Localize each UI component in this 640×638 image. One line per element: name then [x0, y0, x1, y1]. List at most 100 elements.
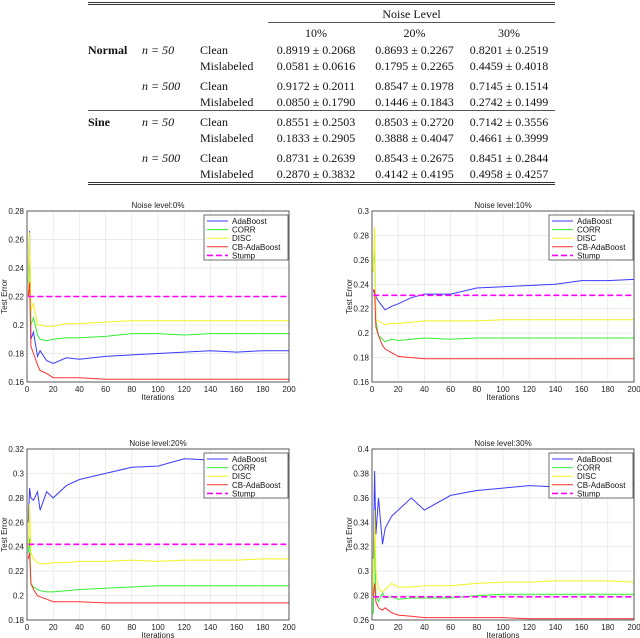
x-tick-label: 180 [601, 385, 615, 394]
table-row: Mislabeled 0.0850 ± 0.1790 0.1446 ± 0.1843… [88, 94, 555, 111]
x-tick-label: 60 [446, 385, 455, 394]
chart-title: Noise level:20% [129, 439, 186, 448]
y-axis-label: Test Error [0, 279, 9, 314]
x-tick-label: 60 [446, 623, 455, 632]
value-cell: 0.0850 ± 0.1790 [276, 95, 356, 109]
n-cell: n = 500 [142, 151, 181, 165]
table-subheader-row: 10% 20% 30% [88, 24, 555, 42]
type-cell: Clean [200, 79, 228, 93]
x-tick-label: 160 [230, 385, 244, 394]
x-tick-label: 80 [127, 385, 136, 394]
x-tick-label: 20 [49, 623, 58, 632]
x-tick-label: 80 [127, 623, 136, 632]
y-tick-label: 0.34 [353, 518, 369, 527]
legend-entry: Stump [232, 489, 256, 498]
x-tick-label: 80 [472, 623, 481, 632]
x-tick-label: 140 [204, 623, 218, 632]
x-tick-label: 200 [282, 385, 296, 394]
type-cell: Clean [200, 151, 228, 165]
x-tick-label: 60 [101, 385, 110, 394]
value-cell: 0.1795 ± 0.2265 [375, 59, 454, 73]
value-cell: 0.1446 ± 0.1843 [375, 95, 454, 109]
table-row: Mislabeled 0.2870 ± 0.3832 0.4142 ± 0.4195… [88, 166, 555, 184]
type-cell: Clean [200, 110, 266, 130]
value-cell: 0.4459 ± 0.4018 [469, 59, 549, 73]
y-tick-label: 0.32 [353, 543, 369, 552]
dataset-cell [88, 94, 142, 111]
value-cell: 0.3888 ± 0.4047 [375, 131, 454, 145]
column-header: 30% [498, 26, 520, 40]
x-tick-label: 0 [370, 623, 375, 632]
x-tick-label: 40 [75, 385, 84, 394]
y-tick-label: 0.24 [8, 543, 24, 552]
x-tick-label: 60 [101, 623, 110, 632]
y-axis-label: Test Error [345, 279, 354, 314]
y-tick-label: 0.3 [358, 567, 370, 576]
y-tick-label: 0.22 [353, 305, 369, 314]
value-cell: 0.8547 ± 0.1978 [375, 79, 454, 93]
y-tick-label: 0.3 [358, 207, 370, 216]
x-tick-label: 40 [75, 623, 84, 632]
x-tick-label: 200 [627, 623, 640, 632]
value-cell: 0.7142 ± 0.3556 [463, 110, 555, 130]
y-tick-label: 0.26 [353, 256, 369, 265]
y-tick-label: 0.24 [8, 264, 24, 273]
table-header-row: Noise Level [88, 4, 555, 25]
table-row: Mislabeled 0.0581 ± 0.0616 0.1795 ± 0.2265… [88, 58, 555, 74]
x-tick-label: 120 [523, 385, 537, 394]
dataset-cell: Sine [88, 110, 142, 130]
value-cell: 0.2742 ± 0.1499 [469, 95, 549, 109]
x-tick-label: 180 [256, 623, 270, 632]
legend-entry: Stump [232, 251, 256, 260]
value-cell: 0.8503 ± 0.2720 [366, 110, 463, 130]
x-tick-label: 20 [394, 385, 403, 394]
value-cell: 0.8693 ± 0.2267 [375, 43, 454, 57]
n-cell [142, 166, 200, 184]
x-tick-label: 140 [549, 623, 563, 632]
type-cell: Mislabeled [200, 167, 254, 181]
y-tick-label: 0.28 [353, 592, 369, 601]
y-axis-label: Test Error [345, 517, 354, 552]
x-tick-label: 180 [256, 385, 270, 394]
value-cell: 0.4142 ± 0.4195 [375, 167, 454, 181]
legend-entry: Stump [577, 489, 601, 498]
value-cell: 0.0581 ± 0.0616 [276, 59, 356, 73]
y-tick-label: 0.24 [353, 280, 369, 289]
x-axis-label: Iterations [142, 393, 175, 400]
chart-noise-0: 0.160.180.20.220.240.260.280 20 40 60 80 100 1… [0, 201, 296, 400]
value-cell: 0.9172 ± 0.2011 [276, 79, 356, 93]
n-cell [142, 94, 200, 111]
y-tick-label: 0.2 [13, 592, 25, 601]
x-tick-label: 120 [178, 385, 192, 394]
table-row: Normal n = 50 Clean 0.8919 ± 0.2068 0.8693 ±… [88, 42, 555, 58]
n-cell [142, 58, 200, 74]
x-tick-label: 0 [25, 385, 30, 394]
n-cell [142, 130, 200, 146]
value-cell: 0.7145 ± 0.1514 [469, 79, 549, 93]
x-tick-label: 80 [472, 385, 481, 394]
chart-title: Noise level:30% [474, 439, 531, 448]
y-tick-label: 0.26 [8, 236, 24, 245]
x-tick-label: 20 [49, 385, 58, 394]
column-header: 20% [403, 26, 426, 40]
table-row: Sine n = 50 Clean 0.8551 ± 0.2503 0.8503 ± 0… [88, 110, 555, 130]
y-axis-label: Test Error [0, 517, 9, 552]
chart-noise-10: 0.16 0.18 0.2 0.22 0.24 0.26 0.28 0.3 0 20 40 60 80 1… [345, 201, 640, 400]
n-cell: n = 50 [142, 110, 200, 130]
n-cell: n = 500 [142, 79, 181, 93]
table-row: n = 500 Clean 0.8731 ± 0.2639 0.8543 ± 0.26… [88, 146, 555, 166]
x-tick-label: 20 [394, 623, 403, 632]
y-tick-label: 0.38 [353, 469, 369, 478]
x-tick-label: 200 [282, 623, 296, 632]
noise-level-header: Noise Level [268, 6, 555, 23]
x-axis-label: Iterations [487, 631, 520, 638]
x-tick-label: 140 [549, 385, 563, 394]
chart-noise-30: 0.26 0.28 0.3 0.32 0.34 0.36 0.38 0.4 0 20 40 60 80 1… [345, 439, 640, 638]
y-tick-label: 0.18 [8, 616, 24, 625]
y-tick-label: 0.2 [13, 321, 25, 330]
x-tick-label: 160 [230, 623, 244, 632]
y-tick-label: 0.16 [8, 378, 24, 387]
dataset-cell [88, 58, 142, 74]
value-cell: 0.8919 ± 0.2068 [276, 43, 356, 57]
y-tick-label: 0.2 [358, 329, 370, 338]
